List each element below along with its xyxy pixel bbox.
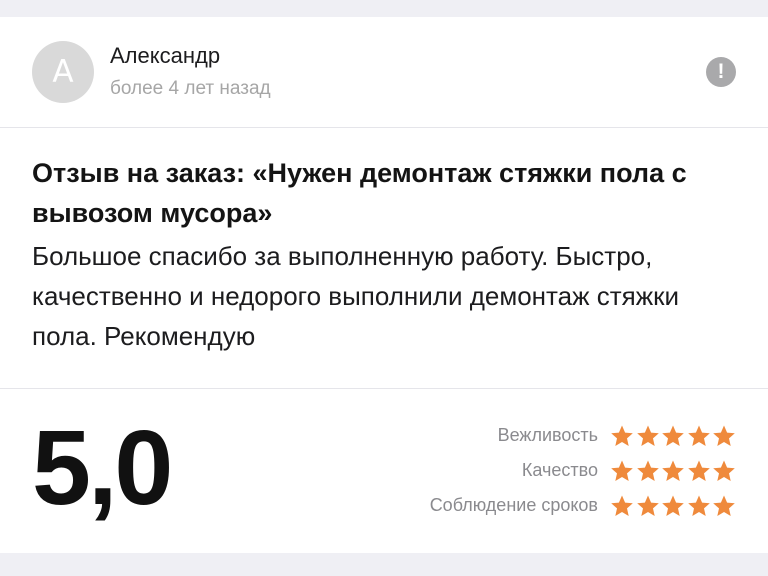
star-icon [636,424,660,448]
star-icon [661,424,685,448]
author-name[interactable]: Александр [110,43,220,69]
star-icon [687,424,711,448]
star-icon [712,459,736,483]
star-icon [636,494,660,518]
rating-criteria: Вежливость Качество Соблюдение сроков [316,418,736,523]
star-icon [687,459,711,483]
star-rating [610,424,736,448]
review-content: Отзыв на заказ: «Нужен демонтаж стяжки п… [0,128,768,388]
star-icon [610,459,634,483]
star-icon [661,494,685,518]
star-icon [610,424,634,448]
star-icon [661,459,685,483]
review-card: А Александр более 4 лет назад ! Отзыв на… [0,17,768,553]
star-rating [610,459,736,483]
review-title: Отзыв на заказ: «Нужен демонтаж стяжки п… [32,158,687,228]
review-text: Большое спасибо за выполненную работу. Б… [32,241,680,351]
criterion-row-deadlines: Соблюдение сроков [316,488,736,523]
criterion-label: Вежливость [497,425,598,445]
star-icon [687,494,711,518]
criterion-row-politeness: Вежливость [316,418,736,453]
overall-score: 5,0 [32,409,173,527]
criterion-label: Качество [521,460,598,480]
star-icon [636,459,660,483]
rating-section: 5,0 Вежливость Качество Соблюдение сроко… [0,389,768,553]
criterion-row-quality: Качество [316,453,736,488]
criterion-label: Соблюдение сроков [429,495,598,515]
review-author-header: А Александр более 4 лет назад ! [0,17,768,127]
avatar[interactable]: А [32,41,94,103]
star-rating [610,494,736,518]
exclamation-icon[interactable]: ! [706,57,736,87]
star-icon [712,424,736,448]
review-timestamp: более 4 лет назад [110,78,271,99]
star-icon [610,494,634,518]
star-icon [712,494,736,518]
